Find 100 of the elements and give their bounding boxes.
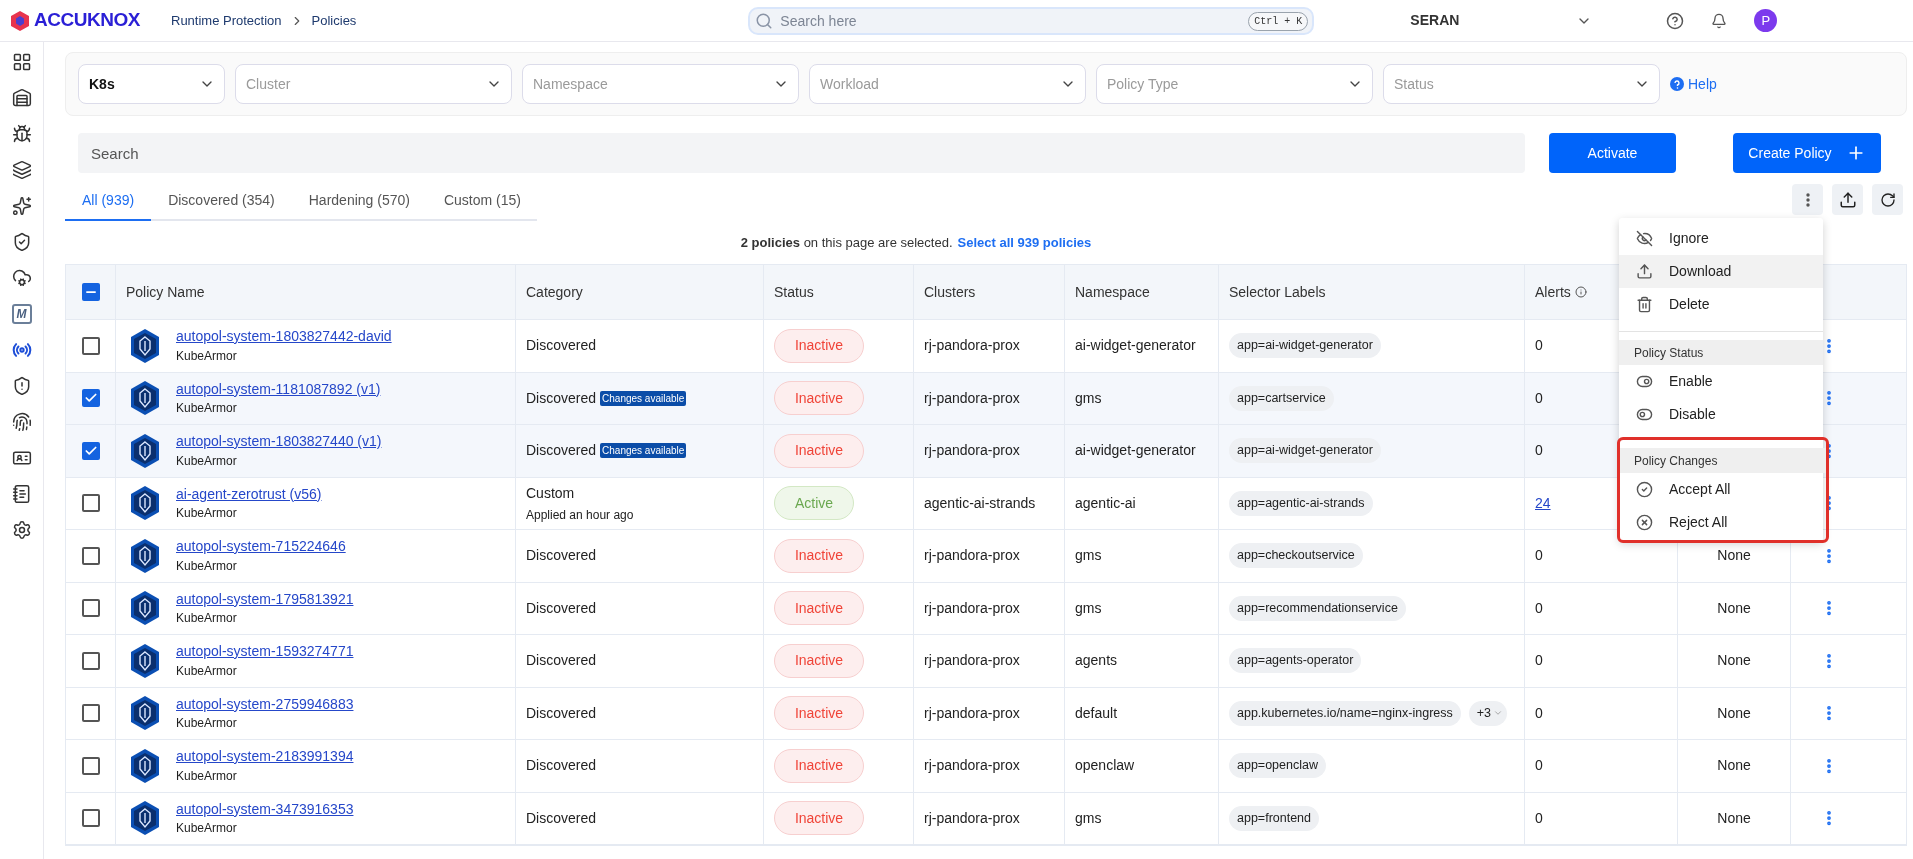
filter-dropdown[interactable]: K8s <box>78 64 225 104</box>
menu-section-header: Policy Status <box>1634 344 1704 362</box>
label-chip: app=frontend <box>1229 805 1320 831</box>
namespace-text: agents <box>1075 651 1118 671</box>
engine-text: KubeArmor <box>176 401 238 416</box>
column-header: Status <box>774 282 814 302</box>
more-labels-chip[interactable]: +3 <box>1468 700 1508 726</box>
alerts-count: 0 <box>1535 441 1543 461</box>
category-text: Discovered <box>526 598 597 618</box>
alerts-link[interactable]: 24 <box>1535 492 1551 514</box>
policy-name-link[interactable]: autopol-system-1593274771 <box>176 643 354 661</box>
table-row[interactable]: autopol-system-1795813921 KubeArmor Discovered Inactive rj-pandora-prox gms app=recommendationservice 0 None <box>66 582 1906 635</box>
changes-badge: Changes available <box>600 443 687 459</box>
filter-dropdown[interactable]: Namespace <box>522 64 799 104</box>
alerts-count: 0 <box>1535 336 1543 356</box>
namespace-text: gms <box>1075 808 1102 828</box>
category-text: Discovered <box>526 651 597 671</box>
filter-dropdown[interactable]: Cluster <box>235 64 512 104</box>
tab[interactable]: Hardening (570) <box>291 181 427 221</box>
cluster-text: rj-pandora-prox <box>924 651 1020 671</box>
menu-item[interactable]: Delete <box>1619 288 1823 321</box>
status-badge: Inactive <box>774 748 864 783</box>
engine-text: KubeArmor <box>176 716 238 731</box>
cluster-text: rj-pandora-prox <box>924 546 1020 566</box>
table-row[interactable]: autopol-system-1593274771 KubeArmor Discovered Inactive rj-pandora-prox agents app=agents-operator 0 None <box>66 635 1906 688</box>
alerts-count: 0 <box>1535 388 1543 408</box>
status-badge: Active <box>774 486 854 521</box>
namespace-text: openclaw <box>1075 756 1135 776</box>
help-link[interactable]: Help <box>1670 73 1717 95</box>
status-badge: Inactive <box>774 538 864 573</box>
cluster-text: rj-pandora-prox <box>924 808 1020 828</box>
table-cell-text: None <box>1717 546 1751 566</box>
table-cell-text: None <box>1717 756 1751 776</box>
filter-dropdown[interactable]: Workload <box>809 64 1086 104</box>
engine-text: KubeArmor <box>176 558 238 574</box>
column-header: Alerts <box>1535 282 1571 302</box>
create-policy-button[interactable]: Create Policy <box>1733 133 1881 173</box>
filter-dropdown[interactable]: Status <box>1383 64 1660 104</box>
policy-name-link[interactable]: ai-agent-zerotrust (v56) <box>176 485 322 503</box>
column-header: Policy Name <box>126 282 205 302</box>
label-chip: app=checkoutservice <box>1229 543 1363 569</box>
table-row[interactable]: autopol-system-2759946883 KubeArmor Discovered Inactive rj-pandora-prox default app.kubernetes.io/name=nginx-ingress +3 0 None <box>66 687 1906 740</box>
logo-text: ACCUKNOX <box>34 8 140 33</box>
namespace-text: ai-widget-generator <box>1075 336 1196 356</box>
applied-note: Applied an hour ago <box>526 506 635 524</box>
category-text: Discovered <box>526 388 597 408</box>
policy-name-link[interactable]: autopol-system-715224646 <box>176 538 346 556</box>
label-chip: app=recommendationservice <box>1229 595 1406 621</box>
alerts-count: 0 <box>1535 808 1543 828</box>
column-header: Category <box>526 282 583 302</box>
sidebar-item[interactable]: M <box>11 304 32 324</box>
engine-text: KubeArmor <box>176 768 238 784</box>
status-badge: Inactive <box>774 328 864 363</box>
alerts-count: 0 <box>1535 756 1543 776</box>
alerts-count: 0 <box>1535 598 1543 618</box>
changes-badge: Changes available <box>600 390 687 406</box>
table-cell-text: None <box>1717 703 1751 723</box>
label-chip: app=agents-operator <box>1229 648 1362 674</box>
engine-text: KubeArmor <box>176 348 238 364</box>
table-cell-text: None <box>1717 651 1751 671</box>
tab[interactable]: All (939) <box>65 181 152 221</box>
policy-name-link[interactable]: autopol-system-1795813921 <box>176 590 354 608</box>
category-text: Discovered <box>526 336 597 356</box>
filter-dropdown[interactable]: Policy Type <box>1096 64 1373 104</box>
menu-item[interactable]: Ignore <box>1619 222 1823 255</box>
tab[interactable]: Custom (15) <box>426 181 538 221</box>
select-all-link[interactable]: Select all 939 policies <box>957 232 1092 253</box>
selection-notice: 2 policies on this page are selected. <box>740 233 953 252</box>
breadcrumb[interactable]: Runtime Protection <box>171 10 282 31</box>
search-field[interactable]: Search <box>78 133 1525 173</box>
policy-name-link[interactable]: autopol-system-1803827442-david <box>176 328 392 346</box>
status-badge: Inactive <box>774 696 864 731</box>
cluster-text: rj-pandora-prox <box>924 598 1020 618</box>
alerts-count: 0 <box>1535 546 1543 566</box>
policy-name-link[interactable]: autopol-system-3473916353 <box>176 800 354 818</box>
status-badge: Inactive <box>774 643 864 678</box>
policy-name-link[interactable]: autopol-system-2183991394 <box>176 748 354 766</box>
policy-name-link[interactable]: autopol-system-1803827440 (v1) <box>176 433 382 451</box>
status-badge: Inactive <box>774 381 864 416</box>
table-row[interactable]: autopol-system-715224646 KubeArmor Discovered Inactive rj-pandora-prox gms app=checkoutservice 0 None <box>66 530 1906 583</box>
activate-button[interactable]: Activate <box>1549 133 1676 173</box>
cluster-text: rj-pandora-prox <box>924 703 1020 723</box>
tab[interactable]: Discovered (354) <box>151 181 292 221</box>
workspace-dropdown[interactable]: SERAN <box>1410 10 1631 31</box>
breadcrumb[interactable]: Policies <box>311 10 357 31</box>
category-text: Discovered <box>526 546 597 566</box>
category-text: Discovered <box>526 756 597 776</box>
namespace-text: gms <box>1075 546 1102 566</box>
table-row[interactable]: autopol-system-2183991394 KubeArmor Discovered Inactive rj-pandora-prox openclaw app=openclaw 0 None <box>66 740 1906 793</box>
policy-name-link[interactable]: autopol-system-2759946883 <box>176 695 354 713</box>
category-text: Discovered <box>526 808 597 828</box>
status-badge: Inactive <box>774 801 864 836</box>
table-row[interactable]: autopol-system-3473916353 KubeArmor Discovered Inactive rj-pandora-prox gms app=frontend 0 None <box>66 792 1906 845</box>
label-chip: app=agentic-ai-strands <box>1229 490 1373 516</box>
label-chip: app=ai-widget-generator <box>1229 333 1381 359</box>
label-chip: app=openclaw <box>1229 753 1326 779</box>
menu-item[interactable]: Download <box>1619 255 1823 288</box>
avatar[interactable]: P <box>1754 9 1778 32</box>
label-chip: app=ai-widget-generator <box>1229 438 1381 464</box>
policy-name-link[interactable]: autopol-system-1181087892 (v1) <box>176 380 381 398</box>
